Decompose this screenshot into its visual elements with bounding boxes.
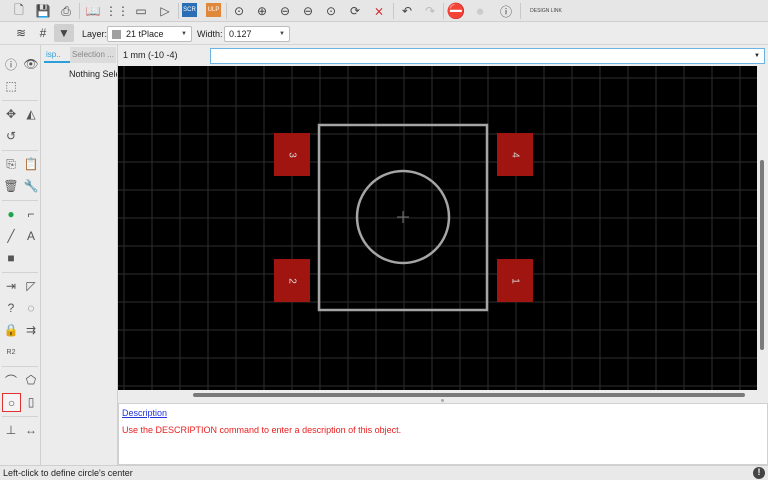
redraw-icon[interactable]: ⟳ — [346, 2, 364, 20]
description-link[interactable]: Description — [122, 408, 167, 418]
toolbar-separator — [2, 100, 38, 101]
ratsnest-icon[interactable]: ⨯ — [370, 2, 388, 20]
pad-4-label: 4 — [509, 152, 520, 158]
toolbar-separator — [2, 150, 38, 151]
tool-change-icon[interactable]: 🔧 — [22, 177, 40, 195]
toolbar-separator — [2, 416, 38, 417]
zoom-select-icon[interactable]: ⊖ — [299, 2, 317, 20]
drawing-canvas[interactable]: 3 4 2 1 — [118, 66, 757, 390]
stop-icon[interactable]: ⛔ — [447, 2, 466, 20]
tool-copy-icon[interactable]: ⎘ — [2, 155, 20, 173]
pad-1-label: 1 — [509, 278, 520, 284]
tool-polygon-icon[interactable]: ⬠ — [22, 371, 40, 389]
tool-line-icon[interactable]: ╱ — [2, 227, 20, 245]
alert-icon[interactable]: ! — [753, 467, 765, 479]
width-select[interactable]: 0.127 ▼ — [224, 26, 290, 42]
zoom-in-icon[interactable]: ⊕ — [253, 2, 271, 20]
tool-delete-icon[interactable]: 🗑 — [2, 177, 20, 195]
tool-move-icon[interactable]: ✥ — [2, 105, 20, 123]
ulp-icon[interactable]: ULP — [206, 3, 221, 17]
filter-icon[interactable]: ▼ — [54, 24, 74, 42]
splitter-handle[interactable] — [441, 399, 444, 402]
description-panel: Description Use the DESCRIPTION command … — [118, 403, 768, 465]
command-input[interactable]: ▼ — [210, 48, 765, 64]
tool-rect-icon[interactable]: ▯ — [22, 393, 40, 411]
design-link-label: DESIGN LINK — [530, 7, 562, 14]
pad-3-label: 3 — [286, 152, 297, 158]
tool-info-icon[interactable]: ⓘ — [2, 55, 20, 73]
toolbar-separator — [2, 366, 38, 367]
tool-lock-icon[interactable]: 🔒 — [2, 321, 20, 339]
tool-smd-icon[interactable]: ■ — [2, 249, 20, 267]
scroll-area — [118, 390, 768, 403]
tool-pinswap-icon[interactable]: ⇥ — [2, 277, 20, 295]
redo-icon[interactable]: ↷ — [421, 2, 439, 20]
undo-icon[interactable]: ↶ — [398, 2, 416, 20]
zoom-out-icon[interactable]: ⊖ — [276, 2, 294, 20]
status-text: Left-click to define circle's center — [3, 468, 133, 478]
panel-content: Nothing Sele — [69, 69, 117, 79]
design-link-icon[interactable]: DESIGN LINK — [528, 2, 564, 20]
layer-select[interactable]: 21 tPlace ▼ — [107, 26, 192, 42]
width-value: 0.127 — [229, 29, 252, 39]
symbol-icon[interactable]: ▷ — [156, 2, 174, 20]
canvas-svg: 3 4 2 1 — [118, 66, 757, 390]
tool-dimension-icon[interactable]: ↔ — [22, 421, 40, 439]
main-toolbar: 🗋 💾 ⎙ 📖 ⋮⋮ ▭ ▷ SCR ULP ⊙ ⊕ ⊖ ⊖ ⊙ ⟳ ⨯ ↶ ↷… — [0, 0, 768, 22]
zoom-area-icon[interactable]: ⊙ — [322, 2, 340, 20]
go-icon[interactable]: ● — [471, 2, 489, 20]
width-label: Width: — [197, 29, 223, 39]
tool-ripup-icon[interactable]: ⇉ — [22, 321, 40, 339]
coordinate-readout: 1 mm (-10 -4) — [123, 50, 178, 60]
pad-2-label: 2 — [286, 278, 297, 284]
tool-show-icon[interactable]: 👁 — [22, 55, 40, 73]
layer-value: 21 tPlace — [126, 29, 164, 39]
layers-icon[interactable]: ≋ — [12, 24, 30, 42]
save-icon[interactable]: 💾 — [34, 2, 52, 20]
tool-via-icon[interactable]: ● — [2, 205, 20, 223]
layer-label: Layer: — [82, 29, 108, 39]
help-icon[interactable]: ⓘ — [497, 2, 515, 20]
status-bar: Left-click to define circle's center ! — [0, 465, 768, 480]
command-toolbar: ⓘ 👁 ⬚ ✥ ◭ ↺ ⎘ 📋 🗑 🔧 ● ⌐ ╱ A ■ ⇥ ◸? ◌ 🔒 ⇉ R2 ⌒ ⬠ ○ ▯ ⊥ ↔ — [0, 45, 41, 465]
tool-miter-icon[interactable]: ◸ — [22, 277, 40, 295]
grid-icon[interactable]: # — [34, 24, 52, 42]
tool-paste-icon[interactable]: 📋 — [22, 155, 40, 173]
tool-optimize-icon[interactable]: ◌ — [22, 299, 40, 317]
tool-mirror-icon[interactable]: ◭ — [22, 105, 40, 123]
tool-circle-icon[interactable]: ○ — [2, 393, 21, 412]
toolbar-separator — [2, 272, 38, 273]
library-icon[interactable]: 📖 — [84, 2, 102, 20]
side-panel: isp.. Selection ... Nothing Sele — [41, 45, 118, 465]
tool-split-icon[interactable]: ? — [2, 299, 20, 317]
layer-color-swatch — [112, 29, 121, 39]
zoom-fit-icon[interactable]: ⊙ — [230, 2, 248, 20]
schematic-icon[interactable]: ▭ — [132, 2, 150, 20]
tab-selection[interactable]: Selection ... — [70, 47, 116, 63]
print-icon[interactable]: ⎙ — [57, 2, 75, 20]
board-icon[interactable]: ⋮⋮ — [105, 2, 129, 20]
tool-arc-icon[interactable]: ⌒ — [2, 371, 20, 389]
tool-text-icon[interactable]: A — [22, 227, 40, 245]
tool-group-icon[interactable]: ⬚ — [2, 77, 20, 95]
toolbar-separator — [2, 200, 38, 201]
tab-properties[interactable]: isp.. — [44, 47, 71, 63]
parameter-toolbar: ≋ # ▼ Layer: 21 tPlace ▼ Width: 0.127 ▼ — [0, 22, 768, 45]
tool-route-icon[interactable]: ⌐ — [22, 205, 40, 223]
script-icon[interactable]: SCR — [182, 3, 197, 17]
tool-name-value-icon[interactable]: R2 — [2, 343, 20, 361]
horizontal-scrollbar[interactable] — [193, 393, 745, 397]
description-text: Use the DESCRIPTION command to enter a d… — [122, 425, 402, 435]
tool-mark-icon[interactable]: ⊥ — [2, 421, 20, 439]
tool-rotate-icon[interactable]: ↺ — [2, 127, 20, 145]
new-file-icon[interactable]: 🗋 — [10, 2, 28, 20]
vertical-scrollbar[interactable] — [760, 160, 764, 350]
